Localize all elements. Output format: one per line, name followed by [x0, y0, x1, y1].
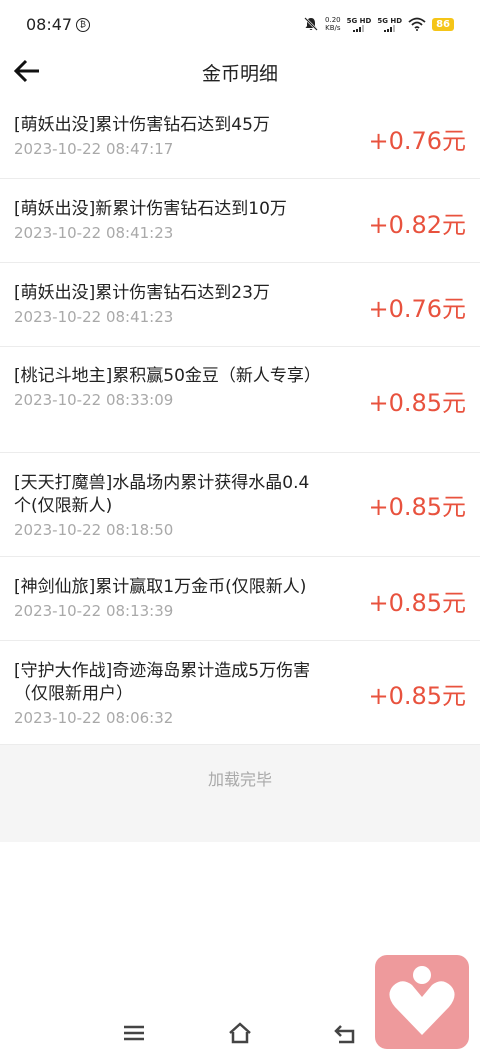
record-row: [守护大作战]奇迹海岛累计造成5万伤害（仅限新用户） 2023-10-22 08… — [0, 641, 480, 745]
record-time: 2023-10-22 08:06:32 — [14, 709, 174, 727]
record-row: [神剑仙旅]累计赢取1万金币(仅限新人) 2023-10-22 08:13:39… — [0, 557, 480, 641]
system-navigation-bar — [0, 1012, 480, 1061]
wifi-icon — [408, 17, 426, 31]
record-title: [萌妖出没]新累计伤害钻石达到10万 — [14, 199, 287, 219]
home-icon[interactable] — [227, 1021, 253, 1045]
page-title: 金币明细 — [201, 63, 278, 85]
record-row: [萌妖出没]累计伤害钻石达到45万 2023-10-22 08:47:17 +0… — [0, 96, 480, 179]
record-title: [桃记斗地主]累积赢50金豆（新人专享） — [14, 366, 321, 386]
load-complete-footer: 加载完毕 — [0, 744, 480, 842]
record-title: [萌妖出没]累计伤害钻石达到23万 — [14, 283, 270, 303]
signal-1: 5G HD — [346, 16, 372, 32]
record-amount: +0.85元 — [368, 493, 466, 521]
status-indicators: 0.20 KB/s 5G HD 5G HD 86 — [303, 16, 454, 32]
signal-2-label: 5G HD — [377, 16, 403, 25]
network-speed: 0.20 KB/s — [325, 16, 341, 32]
record-amount: +0.85元 — [368, 682, 466, 710]
status-time: 08:47 — [26, 15, 73, 34]
record-row: [天天打魔兽]水晶场内累计获得水晶0.4个(仅限新人) 2023-10-22 0… — [0, 453, 480, 557]
record-time: 2023-10-22 08:18:50 — [14, 521, 174, 539]
network-speed-unit: KB/s — [325, 24, 341, 32]
record-title: [守护大作战]奇迹海岛累计造成5万伤害（仅限新用户） — [14, 661, 311, 704]
status-app-icon: ₿ — [76, 18, 90, 32]
load-complete-text: 加载完毕 — [207, 770, 272, 789]
signal-2: 5G HD — [377, 17, 402, 32]
signal-bars-icon — [384, 24, 396, 32]
menu-icon[interactable] — [121, 1021, 147, 1045]
record-amount: +0.76元 — [368, 127, 466, 155]
back-return-icon[interactable] — [333, 1021, 359, 1045]
nav-bar: 金币明细 — [0, 50, 480, 94]
status-bar: 08:47 ₿ 0.20 KB/s 5G HD 5G HD 86 — [0, 0, 480, 50]
signal-1-label: 5G HD — [346, 16, 372, 25]
coin-record-list: [萌妖出没]累计伤害钻石达到45万 2023-10-22 08:47:17 +0… — [0, 96, 480, 745]
record-amount: +0.85元 — [368, 589, 466, 617]
record-row: [萌妖出没]累计伤害钻石达到23万 2023-10-22 08:41:23 +0… — [0, 263, 480, 347]
record-title: [天天打魔兽]水晶场内累计获得水晶0.4个(仅限新人) — [14, 473, 310, 516]
record-title: [萌妖出没]累计伤害钻石达到45万 — [14, 115, 270, 135]
signal-bars-icon — [353, 24, 365, 32]
record-amount: +0.85元 — [368, 389, 466, 417]
battery-indicator: 86 — [432, 17, 454, 31]
network-speed-value: 0.20 — [325, 16, 341, 24]
record-row: [萌妖出没]新累计伤害钻石达到10万 2023-10-22 08:41:23 +… — [0, 179, 480, 263]
bell-muted-icon — [304, 17, 318, 31]
record-amount: +0.76元 — [368, 295, 466, 323]
record-title: [神剑仙旅]累计赢取1万金币(仅限新人) — [14, 577, 307, 597]
record-amount: +0.82元 — [368, 211, 466, 239]
record-row: [桃记斗地主]累积赢50金豆（新人专享） 2023-10-22 08:33:09… — [0, 347, 480, 453]
